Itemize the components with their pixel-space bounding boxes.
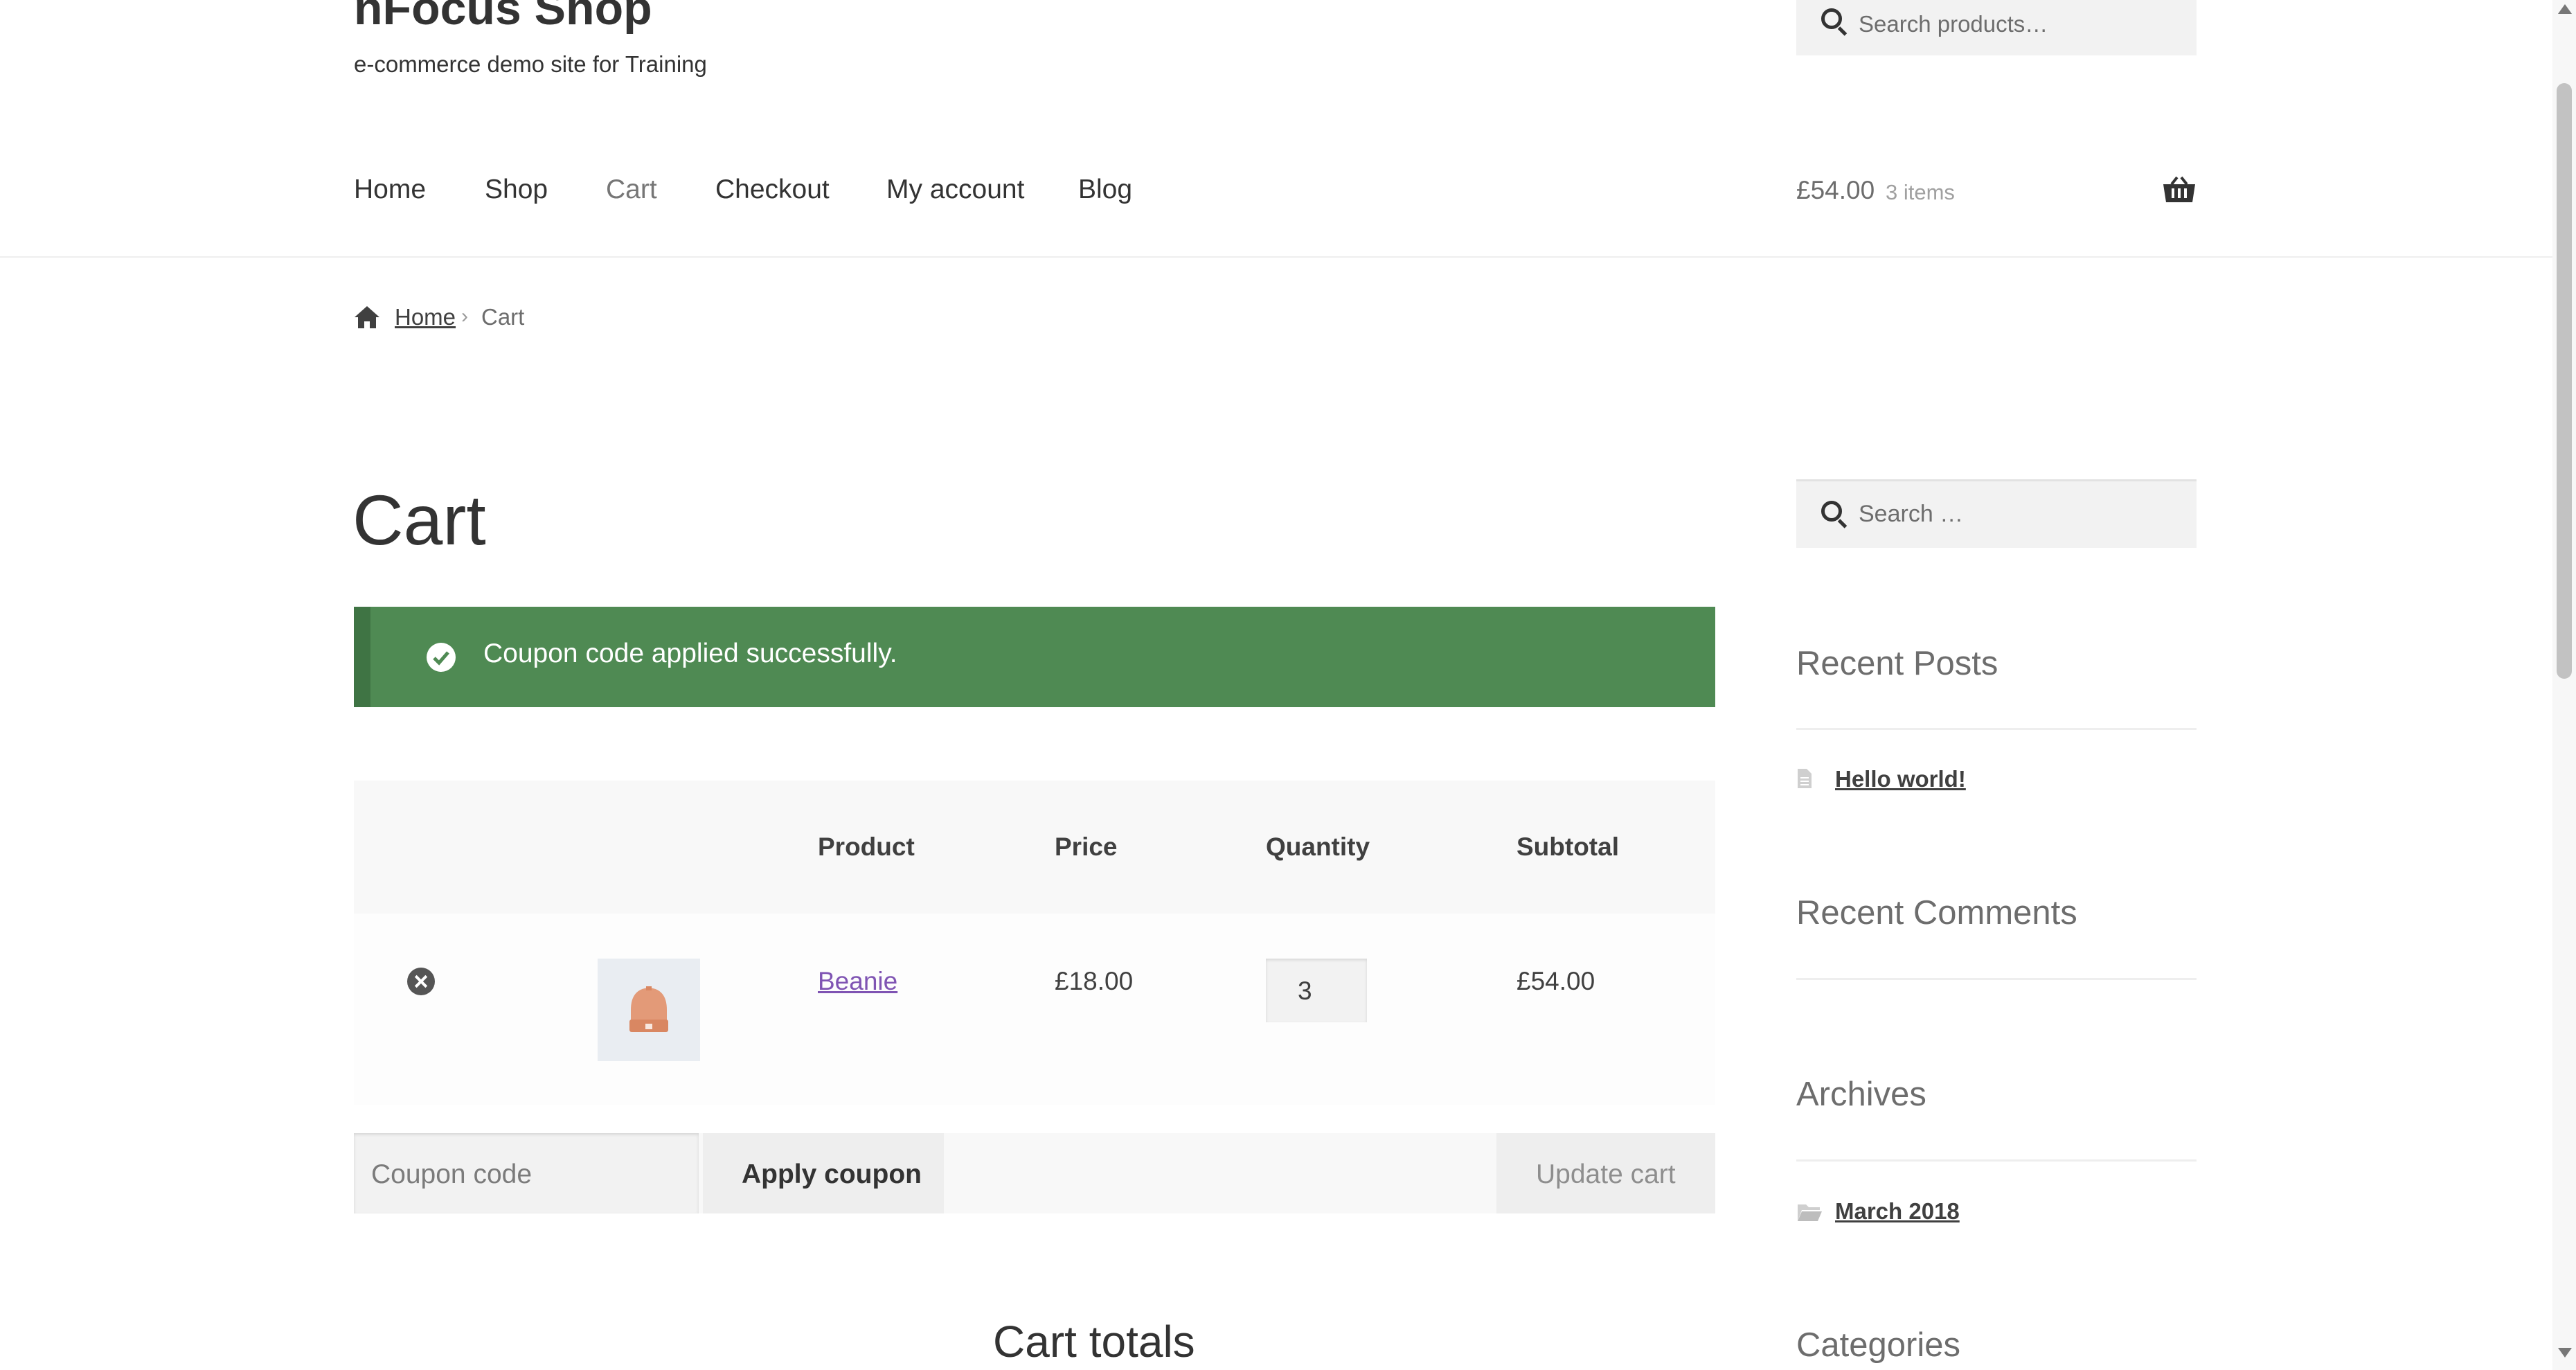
column-header-product: Product bbox=[818, 833, 915, 861]
cart-totals-heading: Cart totals bbox=[993, 1317, 1195, 1367]
nav-item-blog[interactable]: Blog bbox=[1078, 175, 1132, 205]
product-subtotal: £54.00 bbox=[1517, 967, 1595, 995]
quantity-value[interactable]: 3 bbox=[1298, 977, 1312, 1006]
header-cart-count[interactable]: 3 items bbox=[1886, 180, 1955, 205]
folder-icon bbox=[1798, 1204, 1822, 1221]
nav-item-cart[interactable]: Cart bbox=[606, 175, 657, 205]
table-row bbox=[354, 914, 1715, 1105]
recent-posts-heading: Recent Posts bbox=[1796, 645, 1998, 682]
product-price: £18.00 bbox=[1055, 967, 1134, 995]
page-title: Cart bbox=[352, 481, 486, 560]
search-icon bbox=[1821, 8, 1842, 29]
search-icon bbox=[1821, 501, 1842, 522]
breadcrumb-separator: › bbox=[461, 305, 468, 328]
categories-heading: Categories bbox=[1796, 1326, 1960, 1364]
document-icon bbox=[1798, 769, 1812, 788]
scroll-down-arrow-icon[interactable] bbox=[2558, 1348, 2572, 1358]
site-description: e-commerce demo site for Training bbox=[354, 51, 707, 77]
sidebar-search-input[interactable]: Search … bbox=[1796, 479, 2197, 548]
coupon-code-placeholder[interactable]: Coupon code bbox=[371, 1159, 532, 1190]
recent-comments-heading: Recent Comments bbox=[1796, 894, 2077, 932]
beanie-thumbnail[interactable] bbox=[598, 959, 700, 1061]
check-circle-icon bbox=[427, 643, 456, 672]
update-cart-label[interactable]: Update cart bbox=[1536, 1159, 1676, 1190]
widget-divider bbox=[1796, 1159, 2197, 1162]
quantity-input[interactable] bbox=[1266, 959, 1367, 1022]
column-header-quantity: Quantity bbox=[1266, 833, 1370, 861]
nav-item-shop[interactable]: Shop bbox=[485, 175, 548, 205]
header-cart-total[interactable]: £54.00 bbox=[1796, 176, 1875, 205]
widget-divider bbox=[1796, 728, 2197, 730]
breadcrumb-home-link[interactable]: Home bbox=[395, 304, 456, 330]
sidebar-search-placeholder: Search … bbox=[1859, 501, 1964, 527]
nav-item-my-account[interactable]: My account bbox=[886, 175, 1024, 205]
success-notice: Coupon code applied successfully. bbox=[354, 607, 1715, 707]
widget-divider bbox=[1796, 978, 2197, 980]
nav-item-checkout[interactable]: Checkout bbox=[715, 175, 830, 205]
scrollbar-thumb[interactable] bbox=[2557, 83, 2572, 679]
archives-heading: Archives bbox=[1796, 1076, 1926, 1113]
home-icon bbox=[355, 306, 379, 328]
nav-item-home[interactable]: Home bbox=[354, 175, 426, 205]
product-link-beanie[interactable]: Beanie bbox=[818, 967, 897, 996]
column-header-subtotal: Subtotal bbox=[1517, 833, 1619, 861]
scroll-up-arrow-icon[interactable] bbox=[2558, 4, 2572, 14]
basket-icon[interactable] bbox=[2162, 176, 2197, 204]
site-title[interactable]: nFocus Shop bbox=[354, 0, 652, 32]
apply-coupon-label[interactable]: Apply coupon bbox=[742, 1159, 922, 1190]
remove-item-icon[interactable] bbox=[407, 968, 435, 995]
cart-table-header bbox=[354, 781, 1715, 914]
header-divider bbox=[0, 256, 2552, 258]
breadcrumb-current: Cart bbox=[481, 304, 525, 330]
header-search-placeholder: Search products… bbox=[1859, 11, 2048, 37]
header-search-input[interactable]: Search products… bbox=[1796, 0, 2197, 55]
archive-link-march-2018[interactable]: March 2018 bbox=[1835, 1198, 1960, 1225]
recent-post-link[interactable]: Hello world! bbox=[1835, 766, 1966, 792]
column-header-price: Price bbox=[1055, 833, 1118, 861]
notice-message: Coupon code applied successfully. bbox=[483, 639, 897, 668]
